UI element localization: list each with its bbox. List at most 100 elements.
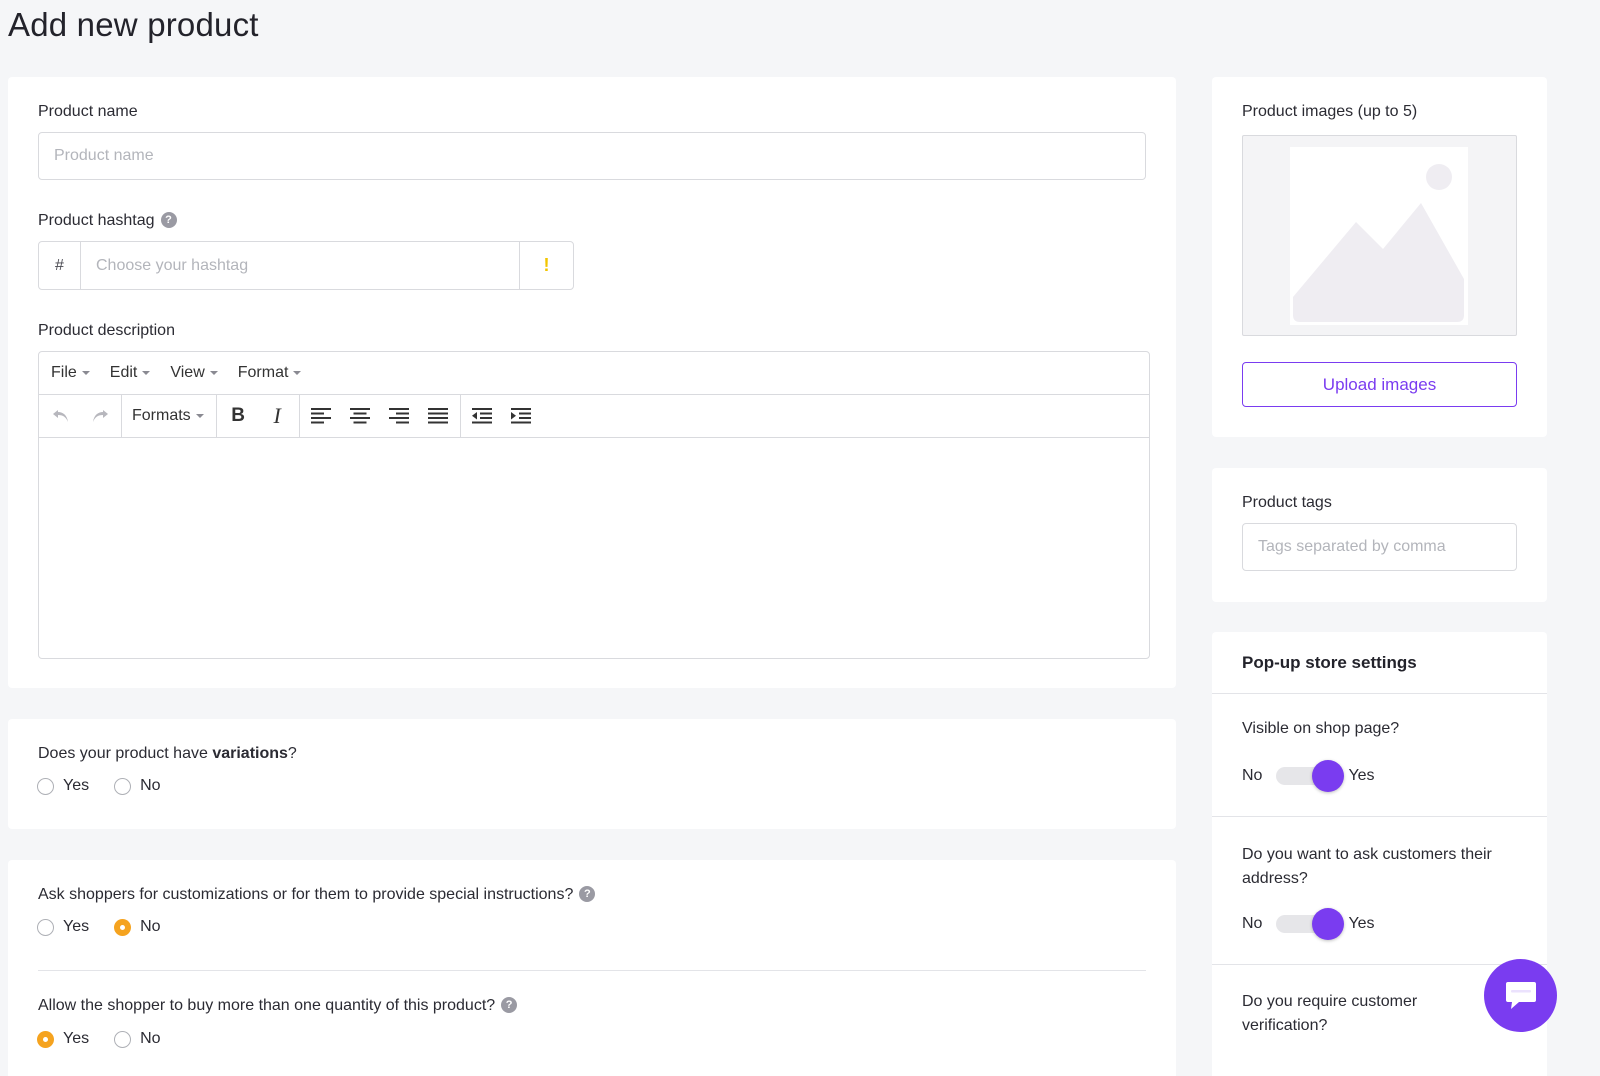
chevron-down-icon (209, 371, 218, 375)
formats-label: Formats (132, 407, 191, 424)
menu-view[interactable]: View (170, 364, 218, 382)
formats-group: Formats (122, 395, 217, 437)
section-divider (1212, 816, 1547, 817)
menu-file-label: File (51, 364, 77, 381)
hashtag-placeholder: Choose your hashtag (96, 256, 249, 274)
italic-button[interactable]: I (258, 395, 297, 437)
visible-question: Visible on shop page? (1242, 720, 1400, 737)
product-name-label: Product name (38, 103, 138, 120)
menu-view-label: View (170, 364, 205, 381)
chat-icon (1505, 981, 1536, 1009)
customizations-no-label: No (140, 918, 161, 935)
align-justify-icon[interactable] (419, 395, 458, 437)
customizations-no-option[interactable]: No (114, 918, 161, 936)
quantity-radio-group: Yes No (37, 1030, 186, 1048)
radio-button-selected[interactable] (114, 918, 132, 936)
upload-images-button[interactable]: Upload images (1242, 362, 1517, 407)
section-divider (1212, 964, 1547, 965)
chat-button[interactable] (1484, 959, 1557, 1032)
menu-edit[interactable]: Edit (110, 364, 151, 382)
bold-button[interactable]: B (219, 395, 258, 437)
variations-radio-group: Yes No (37, 777, 186, 795)
menu-format[interactable]: Format (238, 364, 302, 382)
product-images-label: Product images (up to 5) (1242, 103, 1418, 120)
quantity-yes-option[interactable]: Yes (37, 1030, 89, 1048)
page-title: Add new product (8, 6, 259, 43)
customizations-question: Ask shoppers for customizations or for t… (38, 886, 574, 903)
product-tags-input[interactable]: Tags separated by comma (1242, 523, 1517, 571)
options-card: Ask shoppers for customizations or for t… (8, 860, 1176, 1076)
indent-icon[interactable] (502, 395, 541, 437)
variations-no-option[interactable]: No (114, 777, 161, 795)
customizations-yes-option[interactable]: Yes (37, 918, 89, 936)
menu-format-label: Format (237, 364, 289, 381)
align-left-icon[interactable] (302, 395, 341, 437)
image-placeholder-icon (1290, 147, 1468, 325)
visible-toggle-row: No Yes (1242, 760, 1375, 792)
editor-menubar: File Edit View Format (39, 352, 1149, 395)
menu-file[interactable]: File (51, 364, 90, 382)
help-icon[interactable]: ? (579, 885, 596, 902)
chevron-down-icon (293, 371, 302, 375)
hashtag-label-row: Product hashtag? (38, 211, 177, 230)
variations-question-bold: variations (212, 745, 288, 762)
variations-no-label: No (140, 777, 161, 794)
customizations-radio-group: Yes No (37, 918, 186, 936)
chevron-down-icon (81, 371, 90, 375)
quantity-question: Allow the shopper to buy more than one q… (38, 997, 496, 1014)
product-name-input[interactable]: Product name (38, 132, 1146, 180)
quantity-no-label: No (140, 1030, 161, 1047)
editor-content-area[interactable] (39, 438, 1149, 658)
help-icon[interactable]: ? (501, 996, 518, 1013)
style-group: B I (217, 395, 300, 437)
customizations-question-row: Ask shoppers for customizations or for t… (38, 885, 596, 904)
popup-settings-title: Pop-up store settings (1242, 653, 1417, 672)
image-dropzone[interactable] (1242, 135, 1517, 336)
redo-icon[interactable] (80, 395, 119, 437)
align-right-icon[interactable] (380, 395, 419, 437)
address-question: Do you want to ask customers their addre… (1242, 846, 1492, 887)
customizations-yes-label: Yes (63, 918, 90, 935)
address-toggle[interactable] (1276, 908, 1345, 940)
hashtag-prefix: # (39, 242, 81, 289)
quantity-yes-label: Yes (63, 1030, 90, 1047)
variations-yes-option[interactable]: Yes (37, 777, 89, 795)
chevron-down-icon (142, 371, 151, 375)
formats-dropdown[interactable]: Formats (126, 407, 210, 425)
radio-button[interactable] (114, 1030, 132, 1048)
radio-button-selected[interactable] (37, 1030, 54, 1048)
section-divider (38, 970, 1146, 971)
quantity-question-row: Allow the shopper to buy more than one q… (38, 996, 518, 1015)
section-divider (1212, 693, 1547, 694)
hashtag-input[interactable]: Choose your hashtag (81, 242, 520, 289)
help-icon[interactable]: ? (160, 211, 177, 228)
product-tags-label: Product tags (1242, 494, 1332, 511)
description-label: Product description (38, 322, 175, 339)
align-center-icon[interactable] (341, 395, 380, 437)
outdent-icon[interactable] (463, 395, 502, 437)
variations-question: Does your product have variations? (38, 745, 297, 763)
radio-button[interactable] (114, 777, 132, 795)
product-tags-placeholder: Tags separated by comma (1258, 538, 1446, 555)
toggle-on-label: Yes (1348, 915, 1375, 932)
variations-question-prefix: Does your product have (38, 745, 213, 762)
quantity-no-option[interactable]: No (114, 1030, 161, 1048)
editor-toolbar: Formats B I (39, 395, 1149, 438)
visible-toggle[interactable] (1276, 760, 1345, 792)
hashtag-label: Product hashtag (38, 212, 155, 229)
warning-icon: ! (543, 255, 550, 275)
radio-button[interactable] (37, 918, 54, 936)
undo-icon[interactable] (41, 395, 80, 437)
align-group (300, 395, 461, 437)
chevron-down-icon (195, 414, 204, 418)
radio-button[interactable] (37, 777, 54, 795)
variations-question-suffix: ? (287, 745, 297, 762)
variations-card: Does your product have variations? Yes N… (8, 719, 1176, 829)
hashtag-input-group: # Choose your hashtag ! (38, 241, 574, 290)
toggle-off-label: No (1242, 767, 1263, 784)
menu-edit-label: Edit (109, 364, 138, 381)
product-details-card: Product name Product name Product hashta… (8, 77, 1176, 688)
product-name-placeholder: Product name (54, 147, 154, 164)
address-toggle-row: No Yes (1242, 908, 1375, 940)
verification-question: Do you require customer verification? (1242, 993, 1418, 1034)
